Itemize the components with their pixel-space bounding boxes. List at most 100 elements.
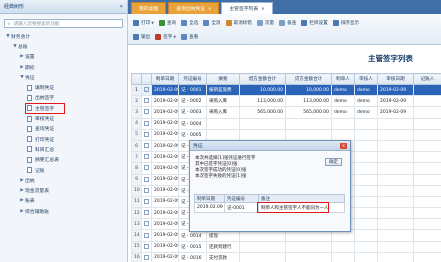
row-checkbox[interactable] bbox=[144, 165, 149, 171]
sign-button[interactable]: 签字 ▼ bbox=[155, 33, 176, 40]
sidebar-item-16[interactable]: ▶ 账表 bbox=[0, 196, 127, 206]
cell-credit: 113,000.00 bbox=[285, 95, 332, 108]
row-checkbox[interactable] bbox=[144, 154, 149, 160]
cell-poster bbox=[413, 229, 441, 242]
chevron-down-icon[interactable]: ▼ bbox=[151, 21, 154, 25]
row-checkbox[interactable] bbox=[144, 243, 149, 249]
columns-button[interactable]: 栏目设置 bbox=[301, 19, 328, 26]
column-header-1[interactable] bbox=[141, 73, 152, 85]
row-checkbox[interactable] bbox=[144, 109, 149, 115]
row-checkbox[interactable] bbox=[144, 232, 149, 238]
toolbar-button-label: 栏目设置 bbox=[309, 20, 328, 26]
unmark-button[interactable]: 取消标错 bbox=[225, 19, 252, 26]
sidebar-title: 经典树形 bbox=[4, 4, 25, 10]
reference-button[interactable]: 备查 bbox=[279, 19, 296, 26]
sidebar-item-10[interactable]: 打印凭证 bbox=[0, 134, 127, 144]
column-header-6[interactable]: 贷方金额合计 bbox=[285, 73, 332, 85]
export-button[interactable]: 输出 bbox=[133, 33, 150, 40]
sidebar-item-11[interactable]: 科目汇总 bbox=[0, 144, 127, 154]
dialog-titlebar: 凭证 ✕ bbox=[190, 141, 350, 151]
row-checkbox[interactable] bbox=[144, 198, 149, 204]
row-checkbox[interactable] bbox=[144, 120, 149, 126]
column-header-8[interactable]: 审核人 bbox=[354, 73, 378, 85]
view-button[interactable]: 查看 bbox=[181, 33, 198, 40]
sidebar-item-2[interactable]: ▶ 设置 bbox=[0, 52, 127, 62]
sidebar-item-label: 财务会计 bbox=[11, 34, 31, 40]
sidebar-item-label: 审核凭证 bbox=[35, 117, 55, 123]
table-row[interactable]: 1 ✓ 2019-02-09 记 - 0001 报销差旅费 10,000.00 10,000… bbox=[131, 83, 441, 97]
row-checkbox[interactable] bbox=[144, 131, 149, 137]
row-checkbox[interactable] bbox=[144, 221, 149, 227]
sidebar-item-9[interactable]: 查询凭证 bbox=[0, 124, 127, 134]
cell-auditor bbox=[354, 162, 378, 175]
cell-summary: 采购入库 bbox=[206, 95, 240, 108]
column-header-7[interactable]: 制单人 bbox=[331, 73, 355, 85]
sidebar-item-13[interactable]: 记账 bbox=[0, 165, 127, 175]
tab-2[interactable]: 主管签字列表 ✕ bbox=[221, 2, 273, 14]
table-row[interactable]: 16 2019-02-09 记 - 0016 支付货款 bbox=[131, 251, 441, 262]
deselect-all-button[interactable]: 全消 bbox=[203, 19, 221, 26]
cell-poster bbox=[413, 251, 441, 262]
cell-no: 记 - 0002 bbox=[178, 95, 207, 108]
sidebar-item-8[interactable]: 审核凭证 bbox=[0, 113, 127, 123]
print-icon bbox=[133, 19, 139, 26]
table-row[interactable]: 4 2019-02-09 记 - 0004 bbox=[131, 117, 441, 130]
search-button[interactable]: 查询 bbox=[158, 19, 176, 26]
row-checkbox[interactable]: ✓ bbox=[144, 87, 149, 93]
sidebar-item-7[interactable]: 主管签字 bbox=[0, 103, 127, 115]
cell-audit_date: 2019-02-09 bbox=[377, 95, 414, 108]
cell-poster bbox=[413, 184, 441, 197]
column-header-9[interactable]: 审核日期 bbox=[377, 73, 414, 85]
column-header-0[interactable] bbox=[131, 73, 142, 85]
sidebar-item-4[interactable]: ▼ 凭证 bbox=[0, 72, 127, 82]
sidebar-item-label: 填制凭证 bbox=[35, 86, 55, 92]
tab-0[interactable]: 我的桌面 bbox=[131, 2, 167, 14]
table-row[interactable]: 3 2019-02-09 记 - 0003 采购入库 565,000.00 565,000… bbox=[131, 106, 441, 119]
row-checkbox[interactable] bbox=[144, 254, 149, 260]
cell-no: 记 - 0005 bbox=[178, 128, 207, 141]
cell-audit_date: 2019-02-09 bbox=[377, 106, 414, 119]
row-checkbox[interactable] bbox=[144, 187, 149, 193]
dialog-message-4: 本次签字失败的凭证[1]张 bbox=[195, 174, 247, 179]
column-header-2[interactable]: 制单日期 bbox=[151, 73, 179, 85]
cell-audit_date bbox=[377, 251, 414, 262]
print-button[interactable]: 打印 ▼ bbox=[133, 19, 154, 26]
row-checkbox[interactable] bbox=[144, 143, 149, 149]
sidebar-item-14[interactable]: ▶ 出纳 bbox=[0, 175, 127, 185]
close-icon[interactable]: ✕ bbox=[208, 6, 211, 11]
sidebar-item-3[interactable]: ▶ 期初 bbox=[0, 62, 127, 72]
row-checkbox[interactable] bbox=[144, 210, 149, 216]
tab-1[interactable]: 查询出纳凭证 ✕ bbox=[168, 2, 220, 14]
select-all-button[interactable]: 全选 bbox=[181, 19, 198, 26]
table-row[interactable]: 15 2019-02-09 记 - 0015 还款到建行 bbox=[131, 240, 441, 253]
row-number: 8 bbox=[131, 162, 142, 175]
sidebar-item-17[interactable]: ▶ 综合辅助账 bbox=[0, 206, 127, 216]
column-header-3[interactable]: 凭证编号 bbox=[178, 73, 207, 85]
column-header-10[interactable]: 记账人 bbox=[413, 73, 441, 85]
sidebar-item-6[interactable]: 出纳签字 bbox=[0, 93, 127, 103]
close-icon[interactable]: ✕ bbox=[340, 142, 347, 149]
flow-button[interactable]: 流量 bbox=[256, 19, 274, 26]
row-checkbox[interactable] bbox=[144, 98, 149, 104]
row-checkbox[interactable] bbox=[144, 176, 149, 182]
table-row[interactable]: 2 2019-02-09 记 - 0002 采购入库 113,000.00 113,000… bbox=[131, 95, 441, 108]
chevron-down-icon[interactable]: ▼ bbox=[173, 35, 176, 39]
search-input[interactable]: ⌕ 请输入您要搜索的功能 bbox=[4, 19, 123, 28]
sort-button[interactable]: 排序显示 bbox=[332, 19, 359, 26]
cell-date: 2019-02-09 bbox=[151, 207, 179, 220]
collapse-icon[interactable]: « bbox=[119, 3, 123, 10]
sidebar-item-0[interactable]: ▼ 财务会计 bbox=[0, 31, 127, 41]
ok-button[interactable]: 确定 bbox=[325, 158, 342, 166]
sidebar-item-15[interactable]: ▶ 现金流量表 bbox=[0, 185, 127, 195]
cell-maker bbox=[331, 117, 355, 130]
sidebar-item-1[interactable]: ▼ 总账 bbox=[0, 41, 127, 51]
cell-auditor bbox=[354, 173, 378, 186]
column-header-5[interactable]: 借方金额合计 bbox=[239, 73, 286, 85]
table-row[interactable]: 5 2019-02-09 记 - 0005 bbox=[131, 128, 441, 141]
deselect-all-icon bbox=[203, 19, 210, 26]
sidebar-item-12[interactable]: 摘要汇总表 bbox=[0, 155, 127, 165]
sidebar-item-5[interactable]: 填制凭证 bbox=[0, 82, 127, 92]
cell-credit bbox=[285, 117, 332, 130]
close-icon[interactable]: ✕ bbox=[261, 6, 264, 11]
column-header-4[interactable]: 摘要 bbox=[206, 73, 240, 85]
